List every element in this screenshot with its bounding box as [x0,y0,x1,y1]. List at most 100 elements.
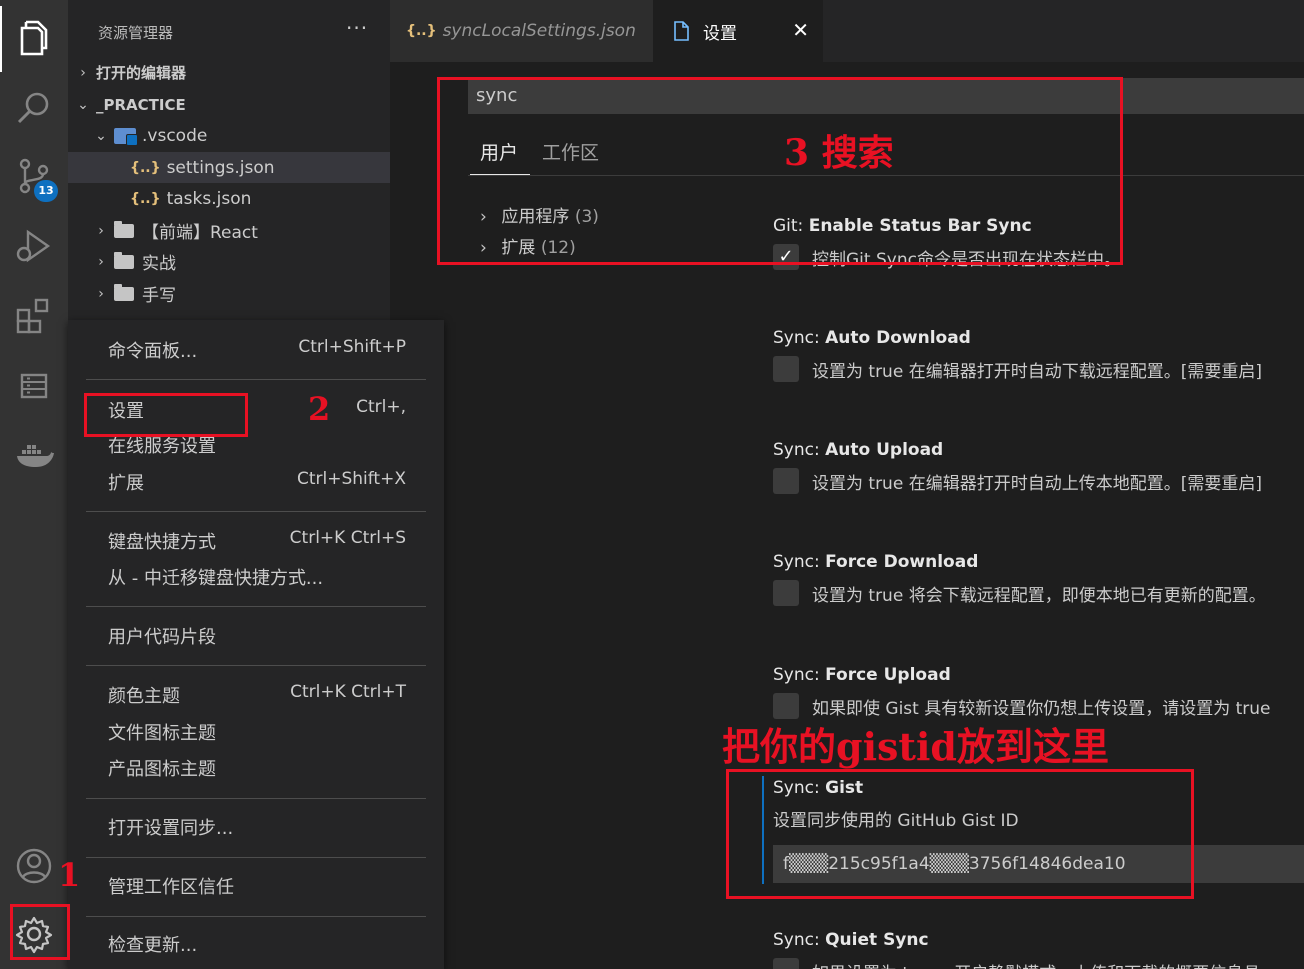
menu-item-label: 产品图标主题 [108,759,216,780]
menu-item-workspace-trust[interactable]: 管理工作区信任 [68,866,444,902]
setting-description: 设置为 true 将会下载远程配置，即便本地已有更新的配置。 [812,585,1266,606]
activity-bar: 13 [0,0,68,969]
setting-sync-force-download: Sync: Force Download 设置为 true 将会下载远程配置，即… [773,552,1304,606]
menu-item-product-icon-theme[interactable]: 产品图标主题 [68,748,444,784]
menu-separator [86,916,426,917]
menu-separator [86,798,426,799]
setting-title: Sync: Force Upload [773,665,1304,685]
setting-checkbox[interactable] [773,468,799,494]
folder-icon [114,220,134,238]
setting-sync-auto-download: Sync: Auto Download 设置为 true 在编辑器打开时自动下载… [773,328,1304,382]
menu-item-file-icon-theme[interactable]: 文件图标主题 [68,712,444,748]
annotation-step-1: 1 [58,856,81,894]
setting-description: 设置为 true 在编辑器打开时自动上传本地配置。[需要重启] [812,473,1262,494]
menu-item-color-theme[interactable]: 颜色主题 Ctrl+K Ctrl+T [68,675,444,711]
menu-item-label: 管理工作区信任 [108,877,234,898]
menu-item-shortcut: Ctrl+Shift+X [296,469,406,489]
folder-row-handwrite[interactable]: › 手写 [68,278,390,309]
menu-separator [86,511,426,512]
menu-item-label: 扩展 [108,473,144,494]
menu-separator [86,379,426,380]
menu-item-label: 用户代码片段 [108,627,216,648]
menu-item-keyboard-shortcuts[interactable]: 键盘快捷方式 Ctrl+K Ctrl+S [68,521,444,557]
menu-separator [86,606,426,607]
folder-row-practice[interactable]: › 实战 [68,246,390,277]
editor-tab-bar: {..} syncLocalSettings.json 设置 ✕ [390,0,1304,62]
explorer-panel: 资源管理器 ··· › 打开的编辑器 ⌄ _PRACTICE ⌄ .vscode… [68,0,390,320]
menu-item-user-snippets[interactable]: 用户代码片段 [68,616,444,652]
setting-category: Sync: [773,665,826,685]
chevron-right-icon: › [98,222,104,239]
open-editors-label: 打开的编辑器 [96,64,187,82]
menu-item-label: 从 - 中迁移键盘快捷方式... [108,568,324,589]
setting-title: Sync: Auto Upload [773,440,1304,460]
menu-item-extensions[interactable]: 扩展 Ctrl+Shift+X [68,462,444,498]
folder-label: 实战 [142,254,176,274]
chevron-down-icon: ⌄ [77,96,89,113]
run-debug-icon[interactable] [14,226,54,266]
account-icon[interactable] [14,846,54,886]
setting-category: Sync: [773,552,826,572]
menu-item-label: 文件图标主题 [108,723,216,744]
setting-checkbox[interactable] [773,958,799,969]
file-icon [674,21,689,41]
setting-name: Force Upload [825,665,951,685]
chevron-right-icon: › [80,64,86,81]
setting-sync-quiet-sync: Sync: Quiet Sync 如果设置为 true，开启静默模式，上传和下载… [773,930,1304,969]
menu-separator [86,857,426,858]
setting-description: 如果设置为 true，开启静默模式，上传和下载的概要信息具 [812,959,1260,969]
setting-checkbox[interactable] [773,580,799,606]
remote-explorer-icon[interactable] [14,366,54,406]
json-file-icon: {..} [406,23,437,39]
setting-name: Auto Upload [825,440,944,460]
explorer-title: 资源管理器 [98,24,174,42]
search-icon[interactable] [14,88,54,128]
annotation-box-settings [84,393,248,437]
annotation-gist-hint: 把你的gistid放到这里 [722,724,1109,769]
menu-item-shortcut: Ctrl+K Ctrl+S [289,528,406,548]
setting-sync-auto-upload: Sync: Auto Upload 设置为 true 在编辑器打开时自动上传本地… [773,440,1304,494]
chevron-right-icon: › [98,285,104,302]
setting-title: Sync: Force Download [773,552,1304,572]
docker-icon[interactable] [14,436,54,476]
menu-item-label: 检查更新... [108,935,198,956]
vscode-folder-row[interactable]: ⌄ .vscode [68,120,390,151]
json-file-icon: {..} [130,190,161,207]
menu-item-migrate-keybindings[interactable]: 从 - 中迁移键盘快捷方式... [68,557,444,593]
setting-checkbox[interactable] [773,356,799,382]
setting-title: Sync: Quiet Sync [773,930,1304,950]
vscode-folder-label: .vscode [142,125,208,146]
menu-item-settings-sync[interactable]: 打开设置同步... [68,807,444,843]
menu-item-label: 键盘快捷方式 [108,532,216,553]
file-row-settings-json[interactable]: {..} settings.json [68,152,390,183]
tab-settings[interactable]: 设置 ✕ [653,0,823,62]
annotation-step-2: 2 [308,390,331,428]
setting-name: Force Download [825,552,979,572]
root-folder-section[interactable]: ⌄ _PRACTICE [68,89,390,120]
source-control-badge: 13 [34,180,58,202]
setting-category: Sync: [773,930,826,950]
extensions-icon[interactable] [14,296,54,336]
tab-sync-local-settings[interactable]: {..} syncLocalSettings.json [390,0,653,62]
menu-item-label: 打开设置同步... [108,818,234,839]
open-editors-section[interactable]: › 打开的编辑器 [68,57,390,88]
setting-description: 如果即使 Gist 具有较新设置你仍想上传设置，请设置为 true [812,698,1271,719]
folder-row-react[interactable]: › 【前端】React [68,215,390,246]
menu-item-shortcut: Ctrl+Shift+P [298,337,406,357]
explorer-icon[interactable] [14,18,54,58]
setting-name: Quiet Sync [825,930,929,950]
menu-item-check-updates[interactable]: 检查更新... [68,924,444,960]
active-indicator [0,6,2,72]
setting-category: Sync: [773,440,826,460]
json-file-icon: {..} [130,159,161,176]
folder-icon [114,283,134,301]
tab-label: syncLocalSettings.json [442,21,636,41]
setting-sync-force-upload: Sync: Force Upload 如果即使 Gist 具有较新设置你仍想上传… [773,665,1304,719]
close-icon[interactable]: ✕ [792,18,809,42]
file-label: settings.json [166,157,275,178]
menu-item-command-palette[interactable]: 命令面板... Ctrl+Shift+P [68,330,444,366]
setting-title: Sync: Auto Download [773,328,1304,348]
file-row-tasks-json[interactable]: {..} tasks.json [68,183,390,214]
more-actions-icon[interactable]: ··· [346,16,368,40]
setting-name: Auto Download [825,328,971,348]
